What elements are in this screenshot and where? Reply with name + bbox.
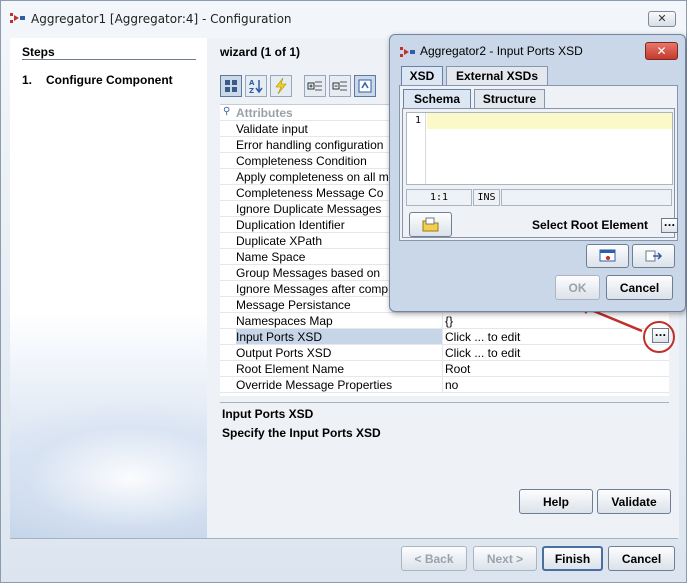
property-row[interactable]: Root Element Name Root bbox=[220, 361, 669, 377]
aggregator-icon bbox=[400, 47, 415, 57]
column-divider bbox=[442, 329, 443, 345]
line-number: 1 bbox=[415, 115, 422, 126]
input-ports-xsd-dialog: Aggregator2 - Input Ports XSD ✕ XSD Exte… bbox=[389, 34, 686, 312]
description-title: Input Ports XSD bbox=[222, 407, 314, 421]
lightning-icon[interactable] bbox=[270, 75, 292, 97]
decorative-swoosh bbox=[10, 398, 207, 538]
finish-button[interactable]: Finish bbox=[542, 546, 603, 571]
categorized-icon[interactable] bbox=[220, 75, 242, 97]
collapse-icon[interactable] bbox=[329, 75, 351, 97]
step-configure-component[interactable]: Configure Component bbox=[46, 73, 173, 87]
property-name: Override Message Properties bbox=[236, 378, 393, 392]
property-name: Root Element Name bbox=[236, 362, 345, 376]
back-button[interactable]: < Back bbox=[401, 546, 467, 571]
status-field bbox=[501, 189, 672, 206]
step-number: 1. bbox=[22, 73, 33, 87]
divider bbox=[22, 59, 196, 60]
schema-panel: 1 1:1 INS Select Root Element ... bbox=[402, 108, 678, 238]
xsd-tab-panel: Schema Structure 1 1:1 INS Select Root E… bbox=[399, 85, 678, 241]
tab-structure[interactable]: Structure bbox=[474, 89, 545, 108]
tab-schema[interactable]: Schema bbox=[403, 89, 471, 108]
description-text: Specify the Input Ports XSD bbox=[222, 426, 381, 440]
pin-icon: ⚲ bbox=[223, 106, 231, 117]
dialog-cancel-button[interactable]: Cancel bbox=[606, 275, 673, 300]
current-line-highlight bbox=[427, 113, 672, 129]
property-name: Namespaces Map bbox=[236, 314, 333, 328]
preview-button[interactable] bbox=[586, 244, 629, 268]
dialog-title: Aggregator2 - Input Ports XSD bbox=[420, 44, 583, 58]
configuration-window: Aggregator1 [Aggregator:4] - Configurati… bbox=[0, 0, 687, 583]
ok-button[interactable]: OK bbox=[555, 275, 600, 300]
property-value[interactable]: {} bbox=[445, 314, 453, 328]
window-title: Aggregator1 [Aggregator:4] - Configurati… bbox=[31, 12, 292, 26]
cursor-position: 1:1 bbox=[406, 189, 472, 206]
wizard-title: wizard (1 of 1) bbox=[220, 45, 301, 59]
preview-icon bbox=[599, 249, 615, 262]
column-divider bbox=[442, 377, 443, 393]
divider bbox=[10, 538, 678, 539]
divider bbox=[220, 402, 669, 403]
open-file-button[interactable] bbox=[409, 212, 452, 237]
property-toolbar: AZ bbox=[220, 75, 376, 101]
export-button[interactable] bbox=[632, 244, 675, 268]
expand-icon[interactable] bbox=[304, 75, 326, 97]
column-divider bbox=[442, 361, 443, 377]
help-button[interactable]: Help bbox=[519, 489, 593, 514]
property-name: Output Ports XSD bbox=[236, 346, 332, 360]
steps-header: Steps bbox=[22, 45, 55, 59]
validate-button[interactable]: Validate bbox=[597, 489, 671, 514]
export-icon bbox=[645, 250, 662, 262]
property-row[interactable]: Output Ports XSD Click ... to edit bbox=[220, 345, 669, 361]
aggregator-icon bbox=[10, 13, 25, 23]
tab-xsd[interactable]: XSD bbox=[401, 66, 443, 85]
tab-external-xsds[interactable]: External XSDs bbox=[446, 66, 548, 85]
select-root-element-label: Select Root Element bbox=[532, 218, 649, 232]
line-gutter: 1 bbox=[407, 113, 426, 184]
toolbar-gap bbox=[295, 75, 301, 101]
property-value[interactable]: Click ... to edit bbox=[445, 330, 520, 344]
open-folder-icon bbox=[422, 217, 438, 231]
close-icon[interactable]: ✕ bbox=[645, 42, 678, 60]
help-icon[interactable] bbox=[354, 75, 376, 97]
close-icon[interactable]: ✕ bbox=[648, 11, 676, 27]
select-root-ellipsis-button[interactable]: ... bbox=[661, 218, 678, 233]
svg-text:Z: Z bbox=[249, 87, 254, 94]
property-row[interactable]: Override Message Properties no bbox=[220, 377, 669, 393]
next-button[interactable]: Next > bbox=[473, 546, 537, 571]
property-value[interactable]: Root bbox=[445, 362, 470, 376]
steps-panel: Steps 1. Configure Component bbox=[10, 38, 207, 538]
property-name: Input Ports XSD bbox=[236, 329, 442, 344]
property-value[interactable]: Click ... to edit bbox=[445, 346, 520, 360]
column-divider bbox=[442, 313, 443, 329]
sort-alpha-icon[interactable]: AZ bbox=[245, 75, 267, 97]
cancel-button[interactable]: Cancel bbox=[608, 546, 675, 571]
column-divider bbox=[442, 345, 443, 361]
svg-text:A: A bbox=[249, 79, 255, 87]
insert-mode: INS bbox=[473, 189, 500, 206]
title-bar: Aggregator1 [Aggregator:4] - Configurati… bbox=[1, 1, 686, 37]
property-value[interactable]: no bbox=[445, 378, 458, 392]
schema-editor[interactable]: 1 bbox=[406, 112, 673, 185]
